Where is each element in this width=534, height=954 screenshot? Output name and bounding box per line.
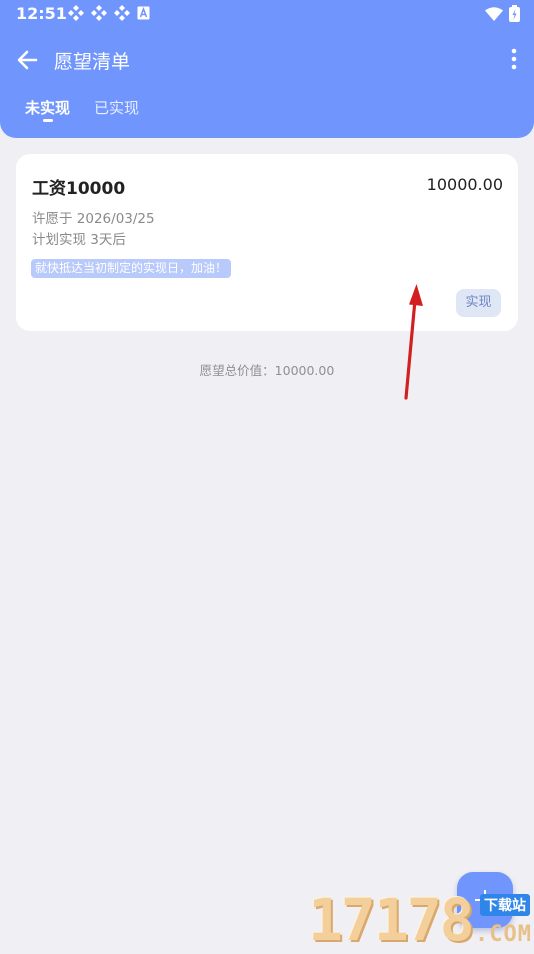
more-vert-icon[interactable] [510, 48, 518, 70]
wifi-icon [485, 6, 503, 21]
battery-icon [509, 5, 520, 22]
wish-created-date: 许愿于 2026/03/25 [32, 211, 155, 227]
wish-total-value: 愿望总价值：10000.00 [199, 363, 335, 378]
app-notification-icon [114, 5, 130, 21]
notification-icons [68, 5, 150, 21]
wish-amount: 10000.00 [426, 175, 503, 194]
tab-realized[interactable]: 已实现 [94, 97, 139, 118]
app-notification-icon [91, 5, 107, 21]
watermark-domain: .COM [475, 922, 532, 947]
watermark-digits: 17178 [308, 886, 475, 954]
header: 12:51 愿望清单 未实现 已实现 [0, 0, 534, 138]
annotation-arrow [404, 284, 423, 400]
watermark: 17178 下载站 .COM [308, 890, 534, 950]
encourage-badge: 就快抵达当初制定的实现日，加油！ [31, 259, 232, 278]
app-notification-icon [68, 5, 84, 21]
font-notification-icon [137, 6, 150, 20]
page-title: 愿望清单 [54, 51, 131, 73]
realize-button[interactable]: 实现 [456, 289, 501, 317]
wish-card[interactable]: 工资10000 10000.00 许愿于 2026/03/25 计划实现 3天后… [16, 154, 518, 331]
status-bar: 12:51 [0, 0, 534, 28]
system-icons [485, 5, 520, 22]
wish-title: 工资10000 [32, 179, 126, 199]
tab-indicator [43, 119, 53, 122]
watermark-site: 下载站 [480, 894, 530, 916]
back-arrow-icon[interactable] [14, 46, 42, 74]
status-time: 12:51 [16, 4, 67, 23]
wish-planned-date: 计划实现 3天后 [32, 232, 126, 248]
tab-unrealized[interactable]: 未实现 [25, 97, 70, 118]
